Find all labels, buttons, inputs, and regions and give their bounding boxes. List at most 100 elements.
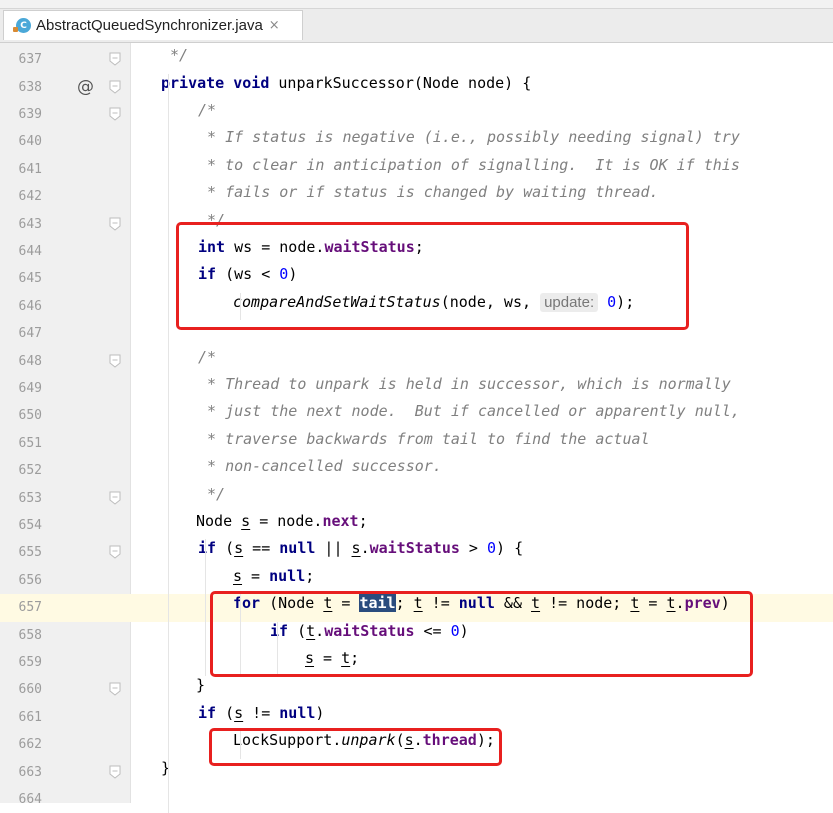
close-tab-icon[interactable]: × <box>269 18 280 33</box>
code-text[interactable]: * non-cancelled successor. <box>198 457 442 475</box>
code-token: ) { <box>496 539 524 558</box>
line-number[interactable]: 639 <box>0 101 42 128</box>
code-text[interactable]: * traverse backwards from tail to find t… <box>198 430 650 448</box>
line-number[interactable]: 663 <box>0 759 42 786</box>
override-marker-icon[interactable]: @ <box>77 76 94 98</box>
code-token: Node <box>196 512 242 530</box>
line-number[interactable]: 658 <box>0 622 42 649</box>
code-text[interactable]: * If status is negative (i.e., possibly … <box>198 128 740 146</box>
code-text[interactable]: * to clear in anticipation of signalling… <box>198 156 740 174</box>
code-token: ( <box>216 539 235 558</box>
line-number[interactable]: 649 <box>0 375 42 402</box>
line-number[interactable]: 648 <box>0 348 42 375</box>
code-token: null <box>279 539 316 558</box>
code-text[interactable]: s = null; <box>233 567 314 585</box>
fold-marker-icon[interactable] <box>108 545 122 560</box>
code-token: s <box>234 703 244 722</box>
code-text[interactable]: /* <box>198 101 216 119</box>
code-text[interactable]: private void unparkSuccessor(Node node) … <box>161 74 531 92</box>
line-number[interactable]: 644 <box>0 238 42 265</box>
fold-marker-icon[interactable] <box>108 682 122 697</box>
code-line[interactable]: 642 * fails or if status is changed by w… <box>0 183 833 210</box>
code-token: = <box>242 566 270 585</box>
annotation-highlight-box <box>176 222 689 330</box>
code-text[interactable]: /* <box>198 348 216 366</box>
code-text[interactable]: * fails or if status is changed by waiti… <box>198 183 659 201</box>
code-token: if <box>198 703 217 722</box>
code-text[interactable]: * just the next node. But if cancelled o… <box>198 402 740 420</box>
code-token: next <box>322 512 359 530</box>
fold-marker-icon[interactable] <box>108 107 122 121</box>
code-text[interactable]: if (s == null || s.waitStatus > 0) { <box>198 539 523 557</box>
code-token: /* <box>198 101 217 119</box>
line-number[interactable]: 645 <box>0 265 42 292</box>
line-number[interactable]: 653 <box>0 485 42 512</box>
line-number[interactable]: 642 <box>0 183 42 210</box>
code-text[interactable]: */ <box>170 46 188 64</box>
code-line[interactable]: 637 */ <box>0 46 833 73</box>
fold-marker-icon[interactable] <box>108 52 122 66</box>
line-number[interactable]: 651 <box>0 430 42 457</box>
code-text[interactable]: */ <box>198 485 225 503</box>
line-number[interactable]: 650 <box>0 402 42 429</box>
line-number[interactable]: 640 <box>0 128 42 155</box>
code-token: unparkSuccessor(Node node) { <box>269 73 532 92</box>
annotation-highlight-box <box>209 728 502 766</box>
line-number[interactable]: 655 <box>0 539 42 566</box>
file-tab[interactable]: C AbstractQueuedSynchronizer.java × <box>3 10 303 40</box>
line-number[interactable]: 654 <box>0 512 42 539</box>
code-token: if <box>198 539 217 558</box>
code-text[interactable]: Node s = node.next; <box>196 512 368 530</box>
code-line[interactable]: 653 */ <box>0 485 833 512</box>
code-text[interactable]: * Thread to unpark is held in successor,… <box>198 375 731 393</box>
code-token: * traverse backwards from tail to find t… <box>198 429 650 448</box>
code-line[interactable]: 648 /* <box>0 348 833 375</box>
code-token: ) <box>315 703 325 722</box>
code-line[interactable]: 640 * If status is negative (i.e., possi… <box>0 128 833 155</box>
code-token: */ <box>170 46 189 65</box>
line-number[interactable]: 643 <box>0 211 42 238</box>
code-line[interactable]: 649 * Thread to unpark is held in succes… <box>0 375 833 402</box>
line-number[interactable]: 652 <box>0 457 42 484</box>
code-token: null <box>269 566 306 585</box>
line-number[interactable]: 657 <box>0 594 42 621</box>
line-number[interactable]: 661 <box>0 704 42 731</box>
code-line[interactable]: 664 <box>0 786 833 813</box>
code-line[interactable]: 639 /* <box>0 101 833 128</box>
line-number[interactable]: 660 <box>0 676 42 703</box>
code-token: || <box>315 539 352 558</box>
code-token: } <box>196 676 206 695</box>
line-number[interactable]: 641 <box>0 156 42 183</box>
code-line[interactable]: 654 Node s = node.next; <box>0 512 833 539</box>
line-number[interactable]: 646 <box>0 293 42 320</box>
code-line[interactable]: 638 @ private void unparkSuccessor(Node no… <box>0 74 833 101</box>
fold-marker-icon[interactable] <box>108 80 122 94</box>
code-token: ; <box>358 512 368 530</box>
code-line[interactable]: 655 if (s == null || s.waitStatus > 0) { <box>0 539 833 566</box>
code-text[interactable]: if (s != null) <box>198 704 324 722</box>
fold-marker-icon[interactable] <box>108 491 122 505</box>
line-number[interactable]: 662 <box>0 731 42 758</box>
code-line[interactable]: 650 * just the next node. But if cancell… <box>0 402 833 429</box>
code-line[interactable]: 660} <box>0 676 833 703</box>
code-line[interactable]: 641 * to clear in anticipation of signal… <box>0 156 833 183</box>
line-number[interactable]: 647 <box>0 320 42 347</box>
code-text[interactable]: } <box>196 676 205 694</box>
code-editor[interactable]: 637 */ 638 @ private void unparkSuccessor(No… <box>0 43 833 813</box>
java-class-icon: C <box>13 18 31 33</box>
fold-marker-icon[interactable] <box>108 765 122 779</box>
fold-marker-icon[interactable] <box>108 217 122 231</box>
indent-guide <box>205 539 206 677</box>
code-token: * If status is negative (i.e., possibly … <box>198 128 740 147</box>
line-number[interactable]: 659 <box>0 649 42 676</box>
fold-marker-icon[interactable] <box>108 354 122 368</box>
line-number[interactable]: 656 <box>0 567 42 594</box>
code-line[interactable]: 652 * non-cancelled successor. <box>0 457 833 484</box>
code-token: > <box>459 539 487 558</box>
code-line[interactable]: 651 * traverse backwards from tail to fi… <box>0 430 833 457</box>
line-number[interactable]: 664 <box>0 786 42 813</box>
line-number[interactable]: 638 <box>0 74 42 101</box>
code-token: * to clear in anticipation of signalling… <box>198 155 740 174</box>
line-number[interactable]: 637 <box>0 46 42 73</box>
code-token: s <box>233 566 243 585</box>
